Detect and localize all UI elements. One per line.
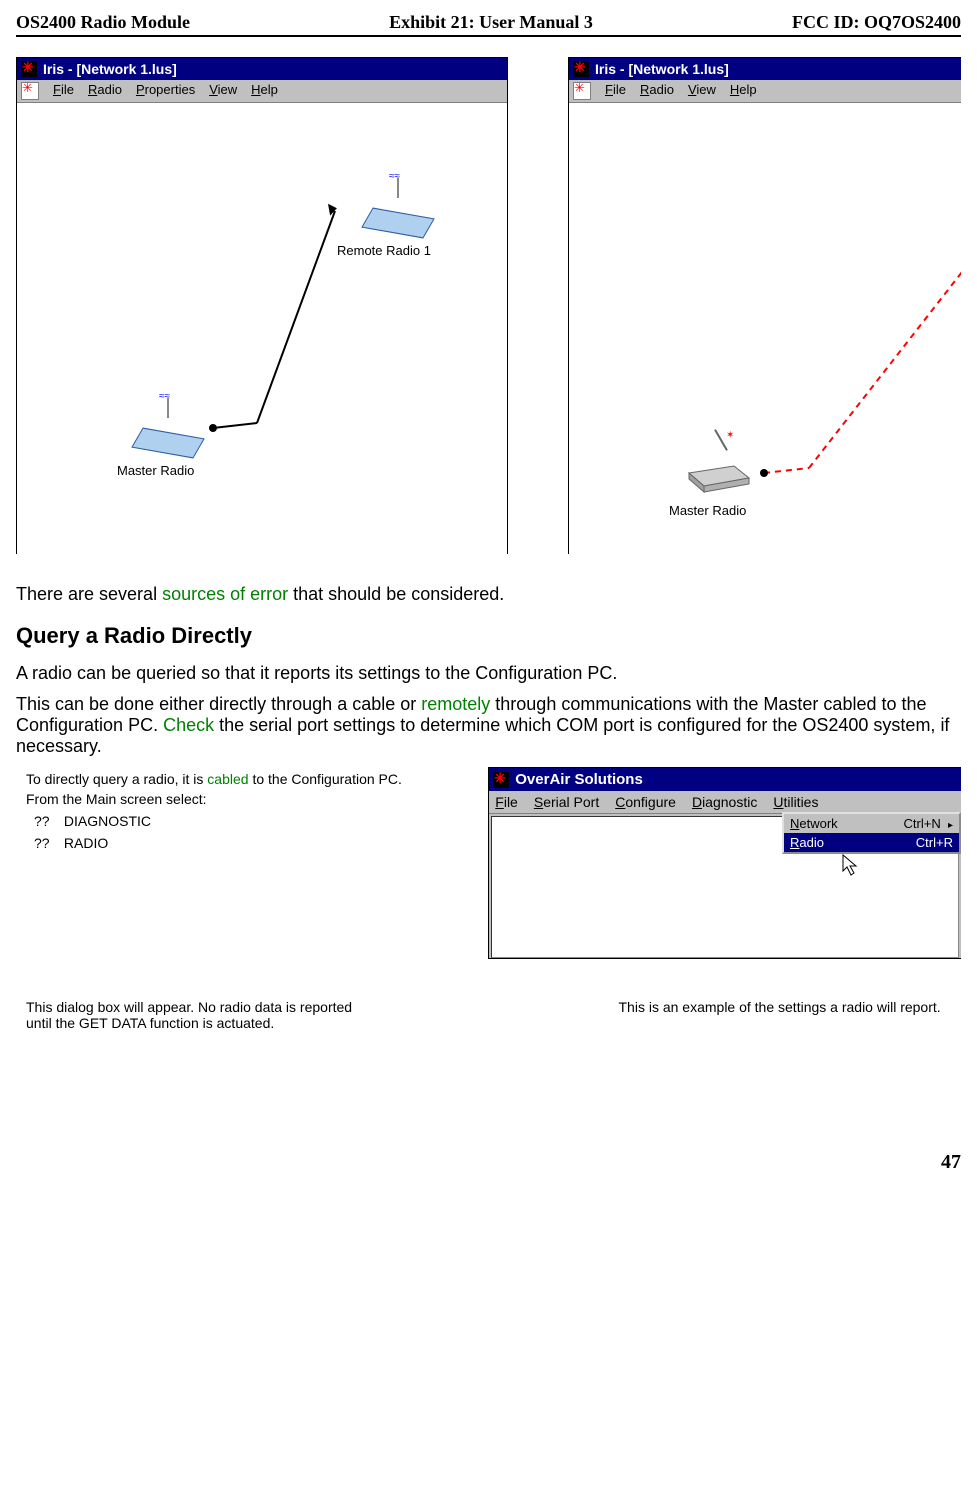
menubar: File Radio View Help: [569, 80, 961, 103]
dropdown-item-network[interactable]: Network Ctrl+N ▸: [784, 814, 959, 833]
window-title: Iris - [Network 1.lus]: [43, 61, 177, 77]
text: that should be considered.: [288, 584, 504, 604]
link-sources-of-error[interactable]: sources of error: [162, 584, 288, 604]
instructions-text: To directly query a radio, it is cabled …: [16, 767, 468, 959]
note-left: This dialog box will appear. No radio da…: [26, 999, 369, 1031]
titlebar: Iris - [Network 1.lus]: [569, 58, 961, 80]
dropdown-menu: Network Ctrl+N ▸ Radio Ctrl+R: [782, 812, 961, 854]
text: This can be done either directly through…: [16, 694, 421, 714]
titlebar: OverAir Solutions: [489, 768, 961, 791]
link-line-icon: [17, 103, 507, 553]
bullet-label: RADIO: [64, 835, 108, 851]
master-radio-icon: ✶: [684, 448, 754, 488]
note-right: This is an example of the settings a rad…: [619, 999, 962, 1031]
bullet-item: ?? DIAGNOSTIC: [26, 813, 468, 829]
bullet-marker: ??: [34, 813, 60, 829]
menu-help[interactable]: Help: [251, 82, 278, 100]
shortcut-text: Ctrl+R: [916, 835, 953, 850]
menu-file[interactable]: File: [605, 82, 626, 100]
instruction-line: From the Main screen select:: [26, 791, 468, 807]
bullet-marker: ??: [34, 835, 60, 851]
instructions-row: To directly query a radio, it is cabled …: [16, 767, 961, 959]
menu-file[interactable]: File: [53, 82, 74, 100]
link-remotely[interactable]: remotely: [421, 694, 490, 714]
window-title: OverAir Solutions: [515, 771, 643, 788]
paragraph: A radio can be queried so that it report…: [16, 663, 961, 684]
master-radio-label: Master Radio: [117, 463, 194, 478]
menubar: File Serial Port Configure Diagnostic Ut…: [489, 791, 961, 814]
menu-radio[interactable]: Radio: [640, 82, 674, 100]
menu-view[interactable]: View: [209, 82, 237, 100]
paragraph: This can be done either directly through…: [16, 694, 961, 757]
radio-base-icon: [684, 448, 754, 498]
section-heading: Query a Radio Directly: [16, 623, 961, 649]
master-radio-icon: ≈≈: [137, 413, 207, 453]
bottom-notes: This dialog box will appear. No radio da…: [16, 999, 961, 1031]
master-radio-label: Master Radio: [669, 503, 746, 518]
menu-file[interactable]: File: [495, 794, 518, 810]
signal-icon: ✶: [726, 430, 734, 441]
menu-help[interactable]: Help: [730, 82, 757, 100]
menu-properties[interactable]: Properties: [136, 82, 195, 100]
menu-icon[interactable]: [573, 82, 591, 100]
antenna-icon: [167, 398, 169, 418]
dashed-link-icon: [569, 103, 961, 553]
app-icon: [573, 61, 589, 77]
menu-view[interactable]: View: [688, 82, 716, 100]
submenu-arrow-icon: ▸: [948, 820, 953, 831]
header-right: FCC ID: OQ7OS2400: [792, 12, 961, 33]
menu-configure[interactable]: Configure: [615, 794, 676, 810]
dropdown-item-radio[interactable]: Radio Ctrl+R: [784, 833, 959, 852]
header-left: OS2400 Radio Module: [16, 12, 190, 33]
titlebar: Iris - [Network 1.lus]: [17, 58, 507, 80]
header-center: Exhibit 21: User Manual 3: [389, 12, 593, 33]
menu-radio[interactable]: Radio: [88, 82, 122, 100]
menubar: File Radio Properties View Help: [17, 80, 507, 103]
bullet-label: DIAGNOSTIC: [64, 813, 151, 829]
menu-diagnostic[interactable]: Diagnostic: [692, 794, 757, 810]
page-number: 47: [16, 1151, 961, 1174]
instruction-line: To directly query a radio, it is cabled …: [26, 771, 468, 787]
app-icon: [21, 61, 37, 77]
canvas: ≈≈ Remote Radio 1 ≈≈ Master Radio: [17, 103, 507, 554]
bullet-item: ?? RADIO: [26, 835, 468, 851]
canvas: ✶ Master Radio: [569, 103, 961, 554]
shortcut-text: Ctrl+N: [904, 816, 941, 831]
text: to the Configuration PC.: [249, 771, 402, 787]
diagnostic-screenshot: OverAir Solutions File Serial Port Confi…: [488, 767, 961, 959]
screenshot-right: Iris - [Network 1.lus] File Radio View H…: [568, 57, 961, 554]
screenshot-left: Iris - [Network 1.lus] File Radio Proper…: [16, 57, 508, 554]
text: There are several: [16, 584, 162, 604]
link-cabled[interactable]: cabled: [207, 771, 248, 787]
intro-paragraph: There are several sources of error that …: [16, 584, 961, 605]
page-header: OS2400 Radio Module Exhibit 21: User Man…: [16, 12, 961, 37]
menu-icon[interactable]: [21, 82, 39, 100]
app-icon: [493, 772, 509, 788]
cursor-icon: [841, 853, 861, 882]
menu-serial-port[interactable]: Serial Port: [534, 794, 599, 810]
text: To directly query a radio, it is: [26, 771, 207, 787]
window-title: Iris - [Network 1.lus]: [595, 61, 729, 77]
menu-utilities[interactable]: Utilities: [773, 794, 818, 810]
link-check[interactable]: Check: [163, 715, 214, 735]
screenshot-row: Iris - [Network 1.lus] File Radio Proper…: [16, 57, 961, 554]
